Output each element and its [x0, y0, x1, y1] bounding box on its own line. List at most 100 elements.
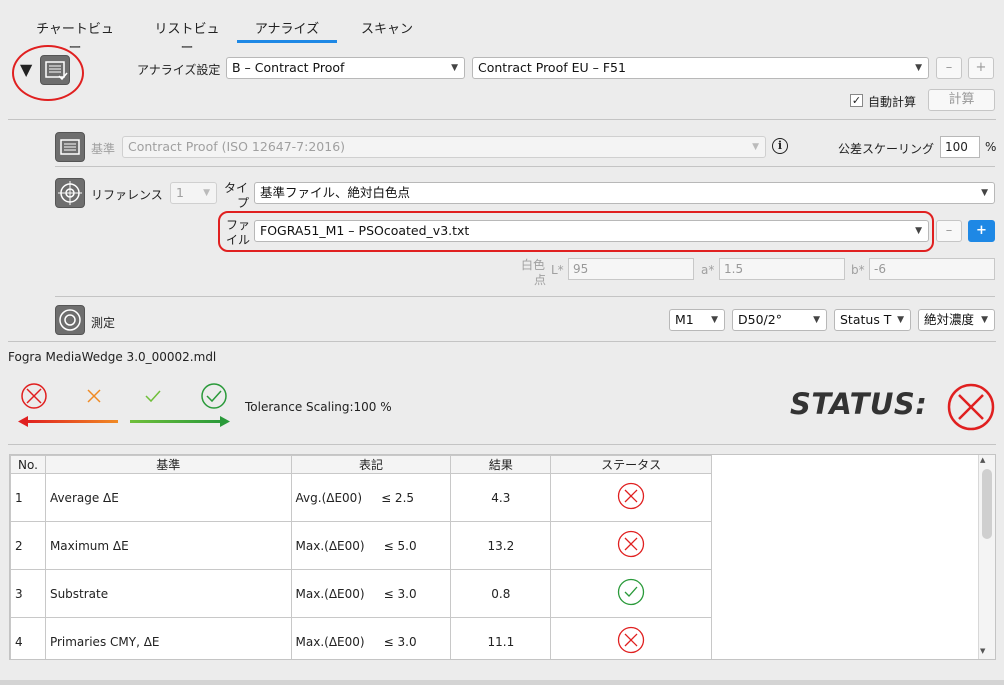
reference-target-icon: [55, 178, 85, 208]
chevron-down-icon: ▼: [897, 315, 904, 325]
reference-label: リファレンス: [91, 188, 163, 202]
highlight-box: [218, 211, 934, 252]
remove-profile-button[interactable]: –: [936, 57, 962, 79]
row-number: 3: [10, 569, 46, 618]
row-standard: Primaries CMY, ΔE: [44, 617, 292, 659]
illuminant-select[interactable]: D50/2° ▼: [732, 309, 827, 331]
tolerance-scaling-input[interactable]: 100: [940, 136, 980, 158]
bottom-bar: [0, 680, 1004, 685]
tolerance-scaling-label: 公差スケーリング: [838, 142, 935, 156]
row-result: 11.1: [450, 617, 552, 659]
row-status: [550, 521, 712, 570]
row-result: 13.2: [450, 521, 552, 570]
row-spec: Max.(ΔE00) ≤ 3.0: [290, 569, 452, 618]
density-status-select[interactable]: Status T ▼: [834, 309, 911, 331]
b-input: -6: [869, 258, 995, 280]
measurement-mode-select[interactable]: M1 ▼: [669, 309, 725, 331]
info-icon[interactable]: i: [772, 138, 788, 154]
white-point-label-2: 点: [534, 273, 547, 287]
scroll-up-icon[interactable]: ▲: [980, 456, 985, 464]
row-status: [550, 569, 712, 618]
warning-cross-icon: [87, 389, 101, 403]
status-legend: [18, 383, 230, 427]
analyze-window: チャートビュー リストビュー アナライズ スキャン ▼ アナライズ設定 B – …: [0, 0, 1004, 685]
row-number: 2: [10, 521, 46, 570]
profile-select[interactable]: Contract Proof EU – F51 ▼: [472, 57, 929, 79]
table-row[interactable]: 1 Average ΔE Avg.(ΔE00) ≤ 2.5 4.3: [10, 473, 712, 522]
check-light-icon: [145, 390, 161, 403]
fail-icon: [617, 530, 645, 558]
calculate-button[interactable]: 計算: [928, 89, 995, 111]
add-profile-button[interactable]: +: [968, 57, 994, 79]
scrollbar-thumb[interactable]: [982, 469, 992, 539]
arrow-left-icon: [18, 416, 118, 427]
add-file-button[interactable]: +: [968, 220, 995, 242]
active-tab-indicator: [237, 40, 337, 43]
scroll-down-icon[interactable]: ▼: [980, 647, 985, 655]
chevron-down-icon: ▼: [711, 315, 718, 325]
standard-icon: [55, 132, 85, 162]
a-input: 1.5: [719, 258, 845, 280]
fail-icon: [617, 626, 645, 654]
divider: [55, 296, 995, 297]
table-row[interactable]: 2 Maximum ΔE Max.(ΔE00) ≤ 5.0 13.2: [10, 521, 712, 570]
arrow-right-icon: [130, 416, 230, 427]
remove-file-button[interactable]: –: [936, 220, 962, 242]
analysis-settings-label: アナライズ設定: [137, 63, 221, 77]
results-table: No. 基準 表記 結果 ステータス 1 Average ΔE Avg.(ΔE00)…: [10, 455, 712, 659]
measurement-icon: [55, 305, 85, 335]
column-header-status[interactable]: ステータス: [550, 455, 712, 474]
fail-icon: [21, 383, 47, 409]
tab-analyze[interactable]: アナライズ: [237, 18, 337, 37]
chevron-down-icon: ▼: [981, 315, 988, 325]
row-result: 0.8: [450, 569, 552, 618]
column-header-spec[interactable]: 表記: [290, 455, 452, 474]
tab-scan[interactable]: スキャン: [360, 18, 414, 37]
column-header-result[interactable]: 結果: [450, 455, 552, 474]
row-standard: Substrate: [44, 569, 292, 618]
row-standard: Maximum ΔE: [44, 521, 292, 570]
column-header-no[interactable]: No.: [10, 455, 46, 474]
b-label: b*: [851, 263, 865, 277]
column-header-standard[interactable]: 基準: [44, 455, 292, 474]
divider: [8, 119, 996, 120]
table-row[interactable]: 4 Primaries CMY, ΔE Max.(ΔE00) ≤ 3.0 11.1: [10, 617, 712, 659]
row-spec: Avg.(ΔE00) ≤ 2.5: [290, 473, 452, 522]
fail-icon: [617, 482, 645, 510]
measurement-file-name: Fogra MediaWedge 3.0_00002.mdl: [8, 350, 217, 364]
row-number: 4: [10, 617, 46, 659]
table-row[interactable]: 3 Substrate Max.(ΔE00) ≤ 3.0 0.8: [10, 569, 712, 618]
L-input: 95: [568, 258, 694, 280]
density-type-select[interactable]: 絶対濃度 ▼: [918, 309, 995, 331]
percent-unit: %: [985, 140, 997, 154]
tab-list-view[interactable]: リストビュー: [150, 18, 224, 56]
divider: [8, 341, 996, 342]
chevron-down-icon: ▼: [813, 315, 820, 325]
divider: [8, 444, 996, 445]
type-label-2: プ: [237, 196, 250, 210]
chevron-down-icon: ▼: [981, 188, 988, 198]
row-standard: Average ΔE: [44, 473, 292, 522]
row-status: [550, 617, 712, 659]
results-table-container: No. 基準 表記 結果 ステータス 1 Average ΔE Avg.(ΔE00)…: [9, 454, 996, 660]
row-status: [550, 473, 712, 522]
a-label: a*: [701, 263, 715, 277]
row-spec: Max.(ΔE00) ≤ 5.0: [290, 521, 452, 570]
row-result: 4.3: [450, 473, 552, 522]
standard-label: 基準: [91, 142, 116, 156]
overall-fail-icon: [947, 383, 995, 431]
reference-index-select: 1 ▼: [170, 182, 217, 204]
auto-calc-checkbox[interactable]: ✓: [850, 94, 863, 107]
tolerance-scaling-text: Tolerance Scaling:100 %: [245, 400, 392, 414]
type-select[interactable]: 基準ファイル、絶対白色点 ▼: [254, 182, 995, 204]
chevron-down-icon: ▼: [915, 63, 922, 73]
pass-icon: [617, 578, 645, 606]
chevron-down-icon: ▼: [752, 142, 759, 152]
L-label: L*: [551, 263, 564, 277]
row-spec: Max.(ΔE00) ≤ 3.0: [290, 617, 452, 659]
row-number: 1: [10, 473, 46, 522]
vertical-scrollbar[interactable]: ▲ ▼: [978, 455, 995, 659]
analysis-settings-select[interactable]: B – Contract Proof ▼: [226, 57, 465, 79]
chevron-down-icon: ▼: [451, 63, 458, 73]
highlight-circle: [12, 45, 84, 101]
